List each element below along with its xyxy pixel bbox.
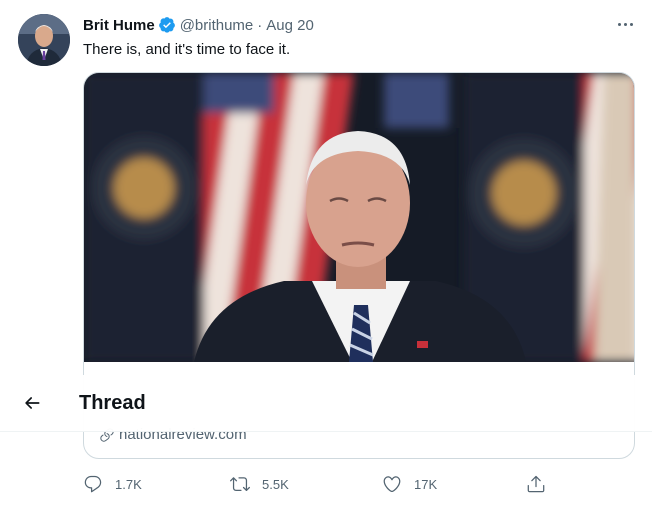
verified-badge-icon	[158, 17, 175, 33]
more-options-button[interactable]	[608, 12, 642, 36]
like-count: 17K	[414, 476, 438, 492]
reply-icon	[84, 475, 102, 493]
author-avatar[interactable]	[18, 14, 70, 66]
like-button[interactable]: 17K	[382, 470, 437, 498]
author-handle[interactable]: @brithume	[180, 17, 254, 34]
retweet-count: 5.5K	[262, 476, 289, 492]
thread-header: Thread	[0, 375, 652, 432]
avatar-photo	[18, 14, 70, 66]
tweet-date[interactable]: Aug 20	[266, 17, 314, 34]
retweet-button[interactable]: 5.5K	[230, 470, 289, 498]
tweet-detail-screen: Brit Hume @brithume · Aug 20 There is, a…	[0, 0, 652, 507]
tweet-header: Brit Hume @brithume · Aug 20	[83, 15, 314, 35]
card-photo	[84, 73, 634, 362]
reply-button[interactable]: 1.7K	[83, 470, 142, 498]
separator-dot: ·	[257, 16, 263, 34]
author-name[interactable]: Brit Hume	[83, 17, 155, 34]
retweet-icon	[230, 477, 250, 492]
back-arrow-icon	[25, 397, 40, 409]
ellipsis-icon	[617, 22, 621, 26]
back-button[interactable]	[14, 385, 50, 421]
tweet-actions: 1.7K 5.5K 17K	[0, 470, 652, 500]
tweet-text: There is, and it's time to face it.	[83, 41, 291, 58]
heart-icon	[383, 476, 401, 493]
share-button[interactable]	[526, 470, 546, 498]
reply-count: 1.7K	[115, 476, 142, 492]
page-title: Thread	[79, 392, 146, 414]
share-icon	[527, 475, 545, 493]
